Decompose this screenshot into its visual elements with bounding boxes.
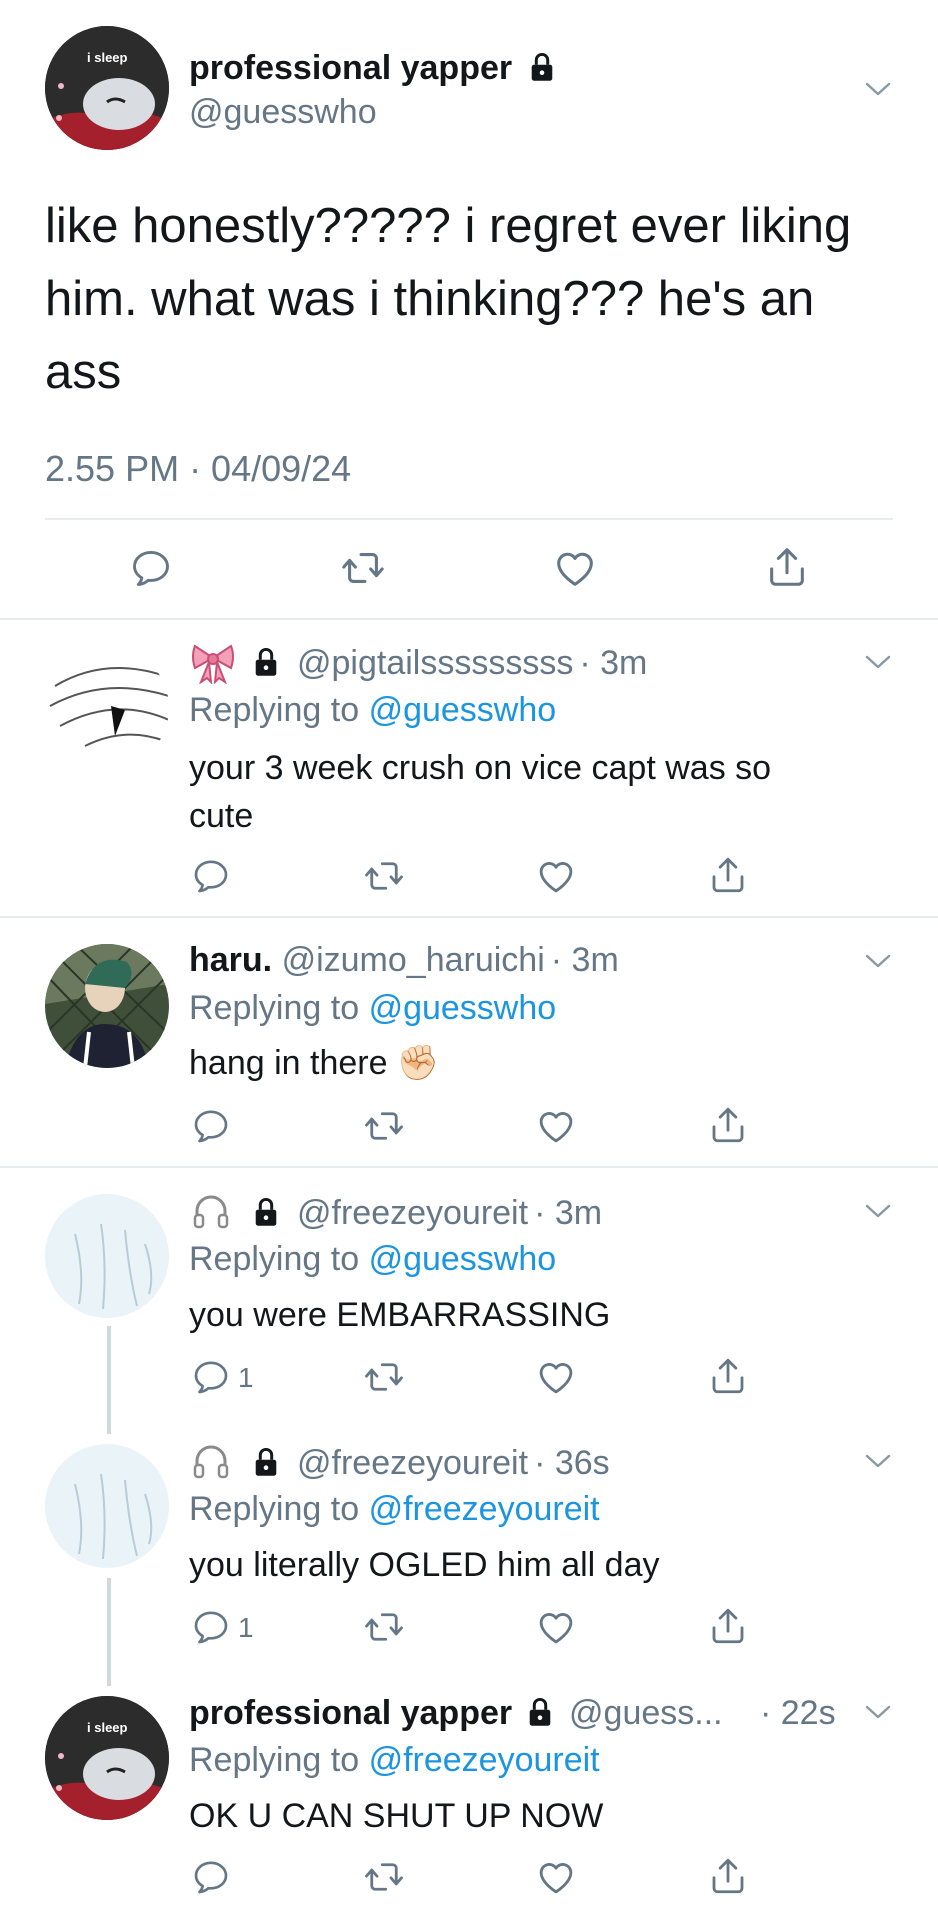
divider: [45, 518, 893, 520]
display-name[interactable]: professional yapper: [189, 49, 512, 87]
divider: [0, 618, 938, 620]
handle[interactable]: @freezeyoureit: [297, 1444, 528, 1482]
reply-mention[interactable]: @guesswho: [369, 691, 557, 729]
handle[interactable]: @guess...: [569, 1694, 723, 1732]
share-icon[interactable]: [764, 544, 810, 590]
like-icon[interactable]: [535, 1856, 577, 1898]
lock-icon: [252, 1196, 280, 1228]
tweet-text: like honestly????? i regret ever liking …: [45, 190, 851, 409]
lock-icon: [528, 51, 556, 83]
retweet-icon[interactable]: [363, 1105, 405, 1147]
tweet-text-line: ass: [45, 345, 122, 399]
tweet-text: you were EMBARRASSING: [189, 1296, 611, 1334]
tweet-text: OK U CAN SHUT UP NOW: [189, 1797, 604, 1835]
avatar[interactable]: i sleep: [45, 26, 169, 150]
replying-label: Replying to: [189, 691, 360, 729]
avatar[interactable]: [45, 944, 169, 1068]
reply-icon[interactable]: [191, 1857, 231, 1897]
time[interactable]: · 3m: [551, 941, 619, 979]
divider: [0, 916, 938, 918]
thread-line: [107, 1578, 111, 1686]
display-name[interactable]: professional yapper: [189, 1694, 512, 1732]
tweet-text-line: cute: [189, 797, 254, 835]
chevron-down-icon[interactable]: [864, 1202, 892, 1220]
retweet-icon[interactable]: [363, 1856, 405, 1898]
lock-icon: [526, 1696, 554, 1728]
chevron-down-icon[interactable]: [864, 80, 892, 98]
reply-mention[interactable]: @freezeyoureit: [369, 1741, 600, 1779]
thread-line: [107, 1326, 111, 1434]
tweet-text: hang in there ✊🏻: [189, 1044, 440, 1082]
retweet-icon[interactable]: [340, 545, 386, 591]
like-icon[interactable]: [535, 855, 577, 897]
avatar[interactable]: i sleep: [45, 1696, 169, 1820]
reply-icon[interactable]: [191, 856, 231, 896]
timestamp[interactable]: 2.55 PM · 04/09/24: [45, 448, 351, 490]
chevron-down-icon[interactable]: [864, 653, 892, 671]
reply-mention[interactable]: @freezeyoureit: [369, 1490, 600, 1528]
reply-icon[interactable]: [191, 1357, 231, 1397]
lock-icon: [252, 646, 280, 678]
bow-icon: [189, 640, 237, 684]
avatar-label: i sleep: [87, 50, 128, 65]
like-icon[interactable]: [535, 1105, 577, 1147]
like-icon[interactable]: [535, 1356, 577, 1398]
reply-count: 1: [238, 1362, 254, 1393]
chevron-down-icon[interactable]: [864, 952, 892, 970]
avatar-label: i sleep: [87, 1720, 128, 1735]
lock-icon: [252, 1446, 280, 1478]
reply-mention[interactable]: @guesswho: [369, 989, 557, 1027]
handle[interactable]: @freezeyoureit: [297, 1194, 528, 1232]
avatar-image: [45, 26, 169, 150]
reply-icon[interactable]: [191, 1106, 231, 1146]
reply-mention[interactable]: @guesswho: [369, 1240, 557, 1278]
handle[interactable]: @pigtailsssssssss: [297, 644, 573, 682]
avatar[interactable]: [45, 1194, 169, 1318]
replying-label: Replying to: [189, 1741, 360, 1779]
chevron-down-icon[interactable]: [864, 1452, 892, 1470]
share-icon[interactable]: [707, 1355, 749, 1397]
reply-icon[interactable]: [191, 1607, 231, 1647]
tweet-text: your 3 week crush on vice capt was so cu…: [189, 744, 771, 840]
share-icon[interactable]: [707, 1605, 749, 1647]
tweet-text: you literally OGLED him all day: [189, 1546, 660, 1584]
divider: [0, 1166, 938, 1168]
retweet-icon[interactable]: [363, 855, 405, 897]
share-icon[interactable]: [707, 854, 749, 896]
handle[interactable]: @izumo_haruichi: [282, 941, 545, 979]
handle[interactable]: @guesswho: [189, 92, 377, 132]
share-icon[interactable]: [707, 1855, 749, 1897]
tweet-text-line: your 3 week crush on vice capt was so: [189, 749, 772, 787]
replying-label: Replying to: [189, 1490, 360, 1528]
replying-label: Replying to: [189, 1240, 360, 1278]
avatar[interactable]: [45, 646, 169, 770]
share-icon[interactable]: [707, 1104, 749, 1146]
reply-count: 1: [238, 1612, 254, 1643]
avatar-image: [45, 1696, 169, 1820]
retweet-icon[interactable]: [363, 1356, 405, 1398]
avatar[interactable]: [45, 1444, 169, 1568]
avatar-image: [45, 1194, 169, 1318]
retweet-icon[interactable]: [363, 1606, 405, 1648]
time[interactable]: · 36s: [534, 1444, 610, 1482]
tweet-text-line: like honestly????? i regret ever liking: [45, 199, 852, 253]
headphones-icon: [191, 1441, 231, 1481]
avatar-image: [45, 944, 169, 1068]
time[interactable]: · 3m: [534, 1194, 602, 1232]
reply-icon[interactable]: [129, 546, 173, 590]
replying-label: Replying to: [189, 989, 360, 1027]
avatar-image: [45, 646, 169, 770]
like-icon[interactable]: [552, 545, 598, 591]
tweet-text-line: him. what was i thinking??? he's an: [45, 272, 815, 326]
like-icon[interactable]: [535, 1606, 577, 1648]
time[interactable]: · 22s: [760, 1693, 836, 1733]
headphones-icon: [191, 1191, 231, 1231]
chevron-down-icon[interactable]: [864, 1703, 892, 1721]
avatar-image: [45, 1444, 169, 1568]
time[interactable]: · 3m: [579, 644, 647, 682]
display-name[interactable]: haru.: [189, 941, 272, 979]
